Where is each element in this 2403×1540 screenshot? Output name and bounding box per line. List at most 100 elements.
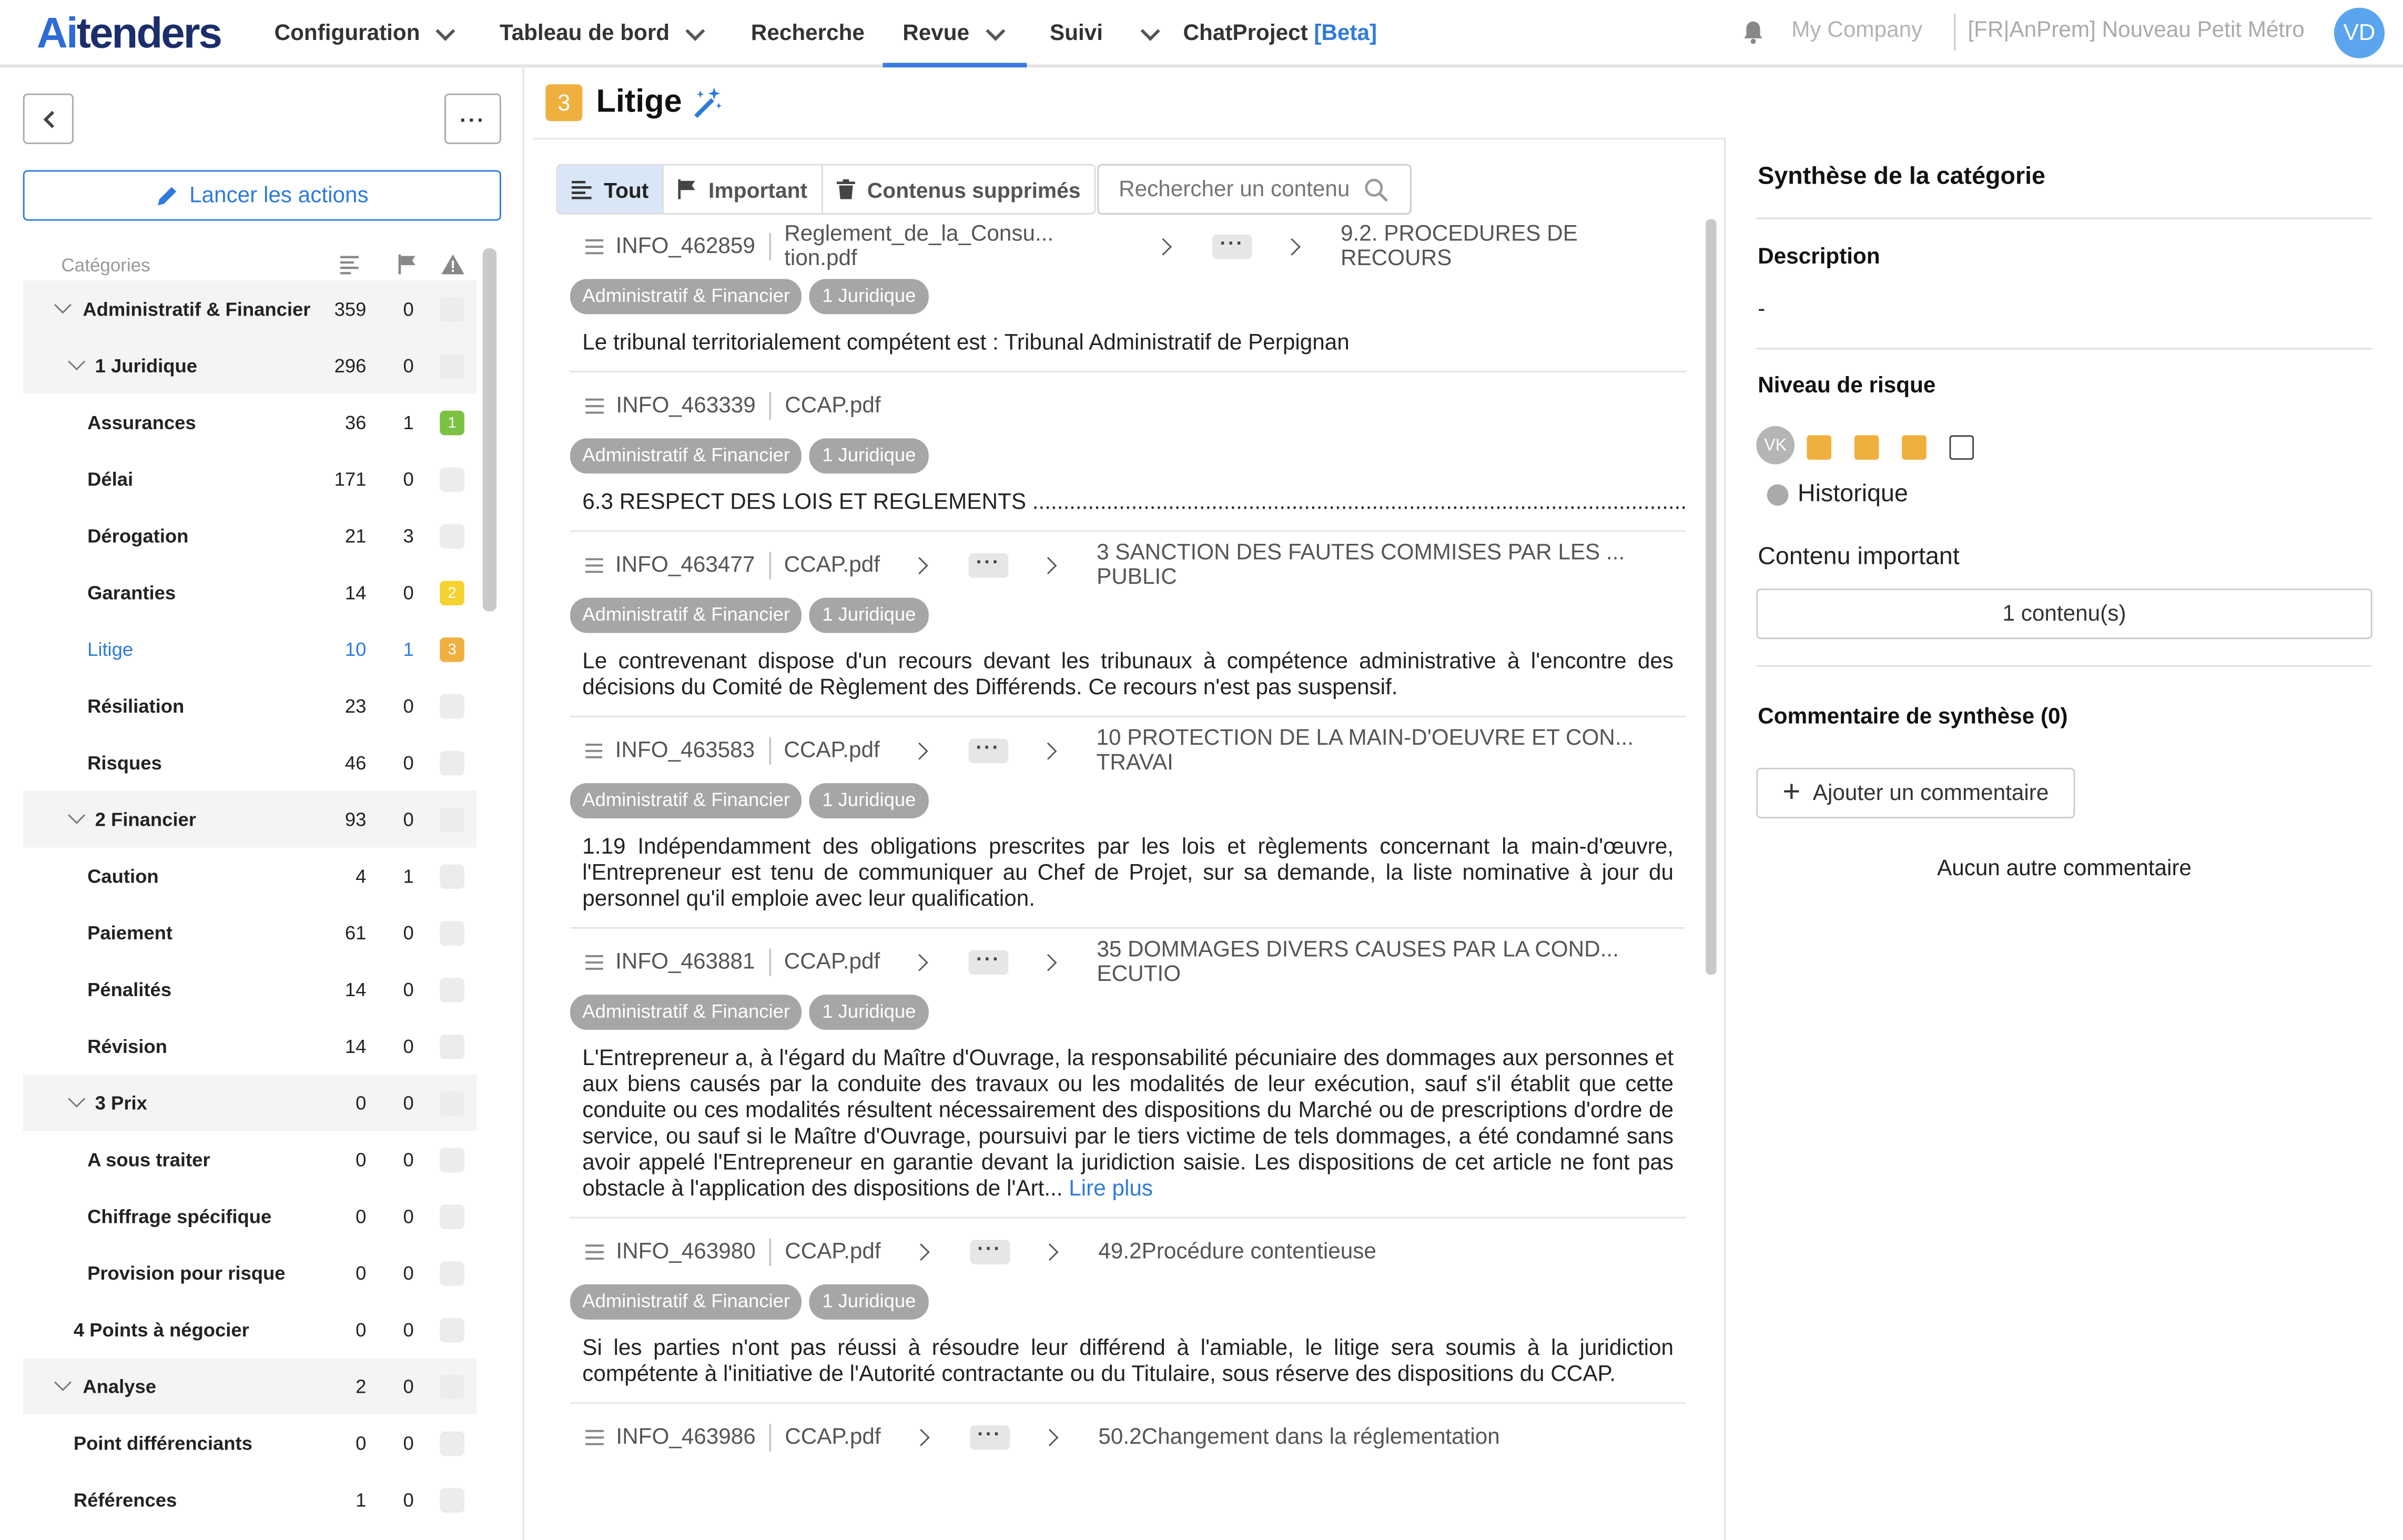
nav-configuration[interactable]: Configuration — [275, 0, 455, 67]
category-row-analyse[interactable]: Analyse 2 0 — [23, 1357, 477, 1415]
content-search[interactable] — [1097, 164, 1412, 215]
nav-revue[interactable]: Revue — [903, 0, 1005, 67]
category-row-points-a-negocier[interactable]: 4 Points à négocier 0 0 — [23, 1301, 477, 1358]
content-item[interactable]: INFO_463477 CCAP.pdf ··· 3 SANCTION DES … — [570, 541, 1686, 717]
content-item[interactable]: INFO_463339 CCAP.pdf Administratif & Fin… — [570, 388, 1686, 532]
category-row-risques[interactable]: Risques 46 0 — [23, 734, 477, 791]
nav-recherche[interactable]: Recherche — [751, 0, 865, 67]
path-ellipsis-button[interactable]: ··· — [969, 1238, 1010, 1264]
trash-icon — [836, 179, 855, 199]
important-content-button[interactable]: 1 contenu(s) — [1756, 588, 2372, 640]
category-row-chiffrage-specifique[interactable]: Chiffrage spécifique 0 0 — [23, 1188, 477, 1244]
path-ellipsis-button[interactable]: ··· — [968, 949, 1009, 975]
bell-icon[interactable] — [1742, 20, 1764, 45]
risk-level-square[interactable] — [1854, 435, 1879, 460]
category-row-revision[interactable]: Révision 14 0 — [23, 1018, 477, 1075]
category-flag-count: 0 — [403, 1206, 414, 1228]
category-row-paiement[interactable]: Paiement 61 0 — [23, 904, 477, 961]
chevron-down-icon[interactable] — [54, 1373, 72, 1391]
category-count: 46 — [344, 752, 367, 774]
content-file-link[interactable]: CCAP.pdf — [785, 1240, 880, 1264]
category-row-references[interactable]: Références 1 0 — [23, 1471, 477, 1528]
content-file-link[interactable]: CCAP.pdf — [784, 950, 880, 975]
category-row-provision-pour-risque[interactable]: Provision pour risque 0 0 — [23, 1244, 477, 1301]
category-row-delai[interactable]: Délai 171 0 — [23, 451, 477, 508]
category-count: 0 — [356, 1319, 367, 1341]
filter-deleted[interactable]: Contenus supprimés — [823, 166, 1094, 213]
divider — [1756, 665, 2372, 667]
drag-handle-icon[interactable] — [585, 239, 604, 255]
risk-level-square[interactable] — [1807, 435, 1832, 460]
filter-important[interactable]: Important — [664, 165, 823, 214]
category-row-caution[interactable]: Caution 4 1 — [23, 847, 477, 904]
drag-handle-icon[interactable] — [585, 955, 603, 970]
sort-list-icon[interactable] — [340, 255, 362, 275]
content-item[interactable]: INFO_463881 CCAP.pdf ··· 35 DOMMAGES DIV… — [570, 938, 1686, 1219]
category-row-a-sous-traiter[interactable]: A sous traiter 0 0 — [23, 1131, 477, 1188]
nav-tableau-de-bord[interactable]: Tableau de bord — [500, 0, 705, 67]
risk-level-square[interactable] — [1949, 435, 1974, 460]
category-row-financier[interactable]: 2 Financier 93 0 — [23, 791, 477, 848]
content-item[interactable]: INFO_463980 CCAP.pdf ··· 49.2Procédure c… — [570, 1234, 1686, 1404]
more-options-button[interactable]: ··· — [444, 93, 501, 144]
risk-level-badge: 3 — [545, 84, 583, 121]
path-ellipsis-button[interactable]: ··· — [1212, 233, 1252, 259]
category-row-prix[interactable]: 3 Prix 0 0 — [23, 1074, 477, 1131]
search-icon[interactable] — [1364, 178, 1388, 202]
content-id: INFO_463986 — [616, 1425, 756, 1450]
project-selector[interactable]: [FR|AnPrem] Nouveau Petit Métro — [1968, 18, 2304, 43]
app-logo[interactable]: Aitenders — [37, 9, 222, 58]
chevron-down-icon[interactable] — [54, 296, 72, 314]
history-link[interactable]: Historique — [1798, 481, 1908, 509]
sidebar-scrollbar[interactable] — [482, 248, 497, 612]
path-ellipsis-button[interactable]: ··· — [968, 552, 1008, 578]
content-file-link[interactable]: Reglement_de_la_Consu... tion.pdf — [784, 222, 1123, 271]
category-row-assurances[interactable]: Assurances 36 1 1 — [23, 394, 477, 451]
risk-level-square[interactable] — [1902, 435, 1927, 460]
content-item-meta: INFO_463881 CCAP.pdf ··· 35 DOMMAGES DIV… — [570, 938, 1686, 987]
content-file-link[interactable]: CCAP.pdf — [784, 553, 880, 578]
drag-handle-icon[interactable] — [585, 1430, 604, 1445]
category-row-penalites[interactable]: Pénalités 14 0 — [23, 961, 477, 1018]
category-row-point-differenciants[interactable]: Point différenciants 0 0 — [23, 1415, 477, 1472]
drag-handle-icon[interactable] — [585, 398, 604, 414]
content-search-input[interactable] — [1119, 177, 1364, 202]
nav-chatproject[interactable]: ChatProject [Beta] — [1183, 0, 1377, 67]
filter-all[interactable]: Tout — [557, 165, 664, 214]
category-row-derogation[interactable]: Dérogation 21 3 — [23, 508, 477, 564]
drag-handle-icon[interactable] — [585, 558, 603, 573]
launch-actions-button[interactable]: Lancer les actions — [23, 170, 501, 221]
add-comment-button[interactable]: + Ajouter un commentaire — [1756, 767, 2075, 819]
content-file-link[interactable]: CCAP.pdf — [785, 394, 880, 419]
nav-suivi[interactable]: Suivi — [1050, 0, 1160, 67]
category-row-litige[interactable]: Litige 10 1 3 — [23, 621, 477, 677]
chevron-down-icon[interactable] — [68, 1090, 86, 1108]
read-more-link[interactable]: Lire plus — [1069, 1177, 1153, 1202]
user-avatar[interactable]: VD — [2334, 7, 2385, 58]
category-row-garanties[interactable]: Garanties 14 0 2 — [23, 564, 477, 621]
category-row-juridique[interactable]: 1 Juridique 296 0 — [23, 337, 477, 394]
content-item[interactable]: INFO_462859 Reglement_de_la_Consu... tio… — [570, 222, 1686, 373]
category-row-administratif-financier[interactable]: Administratif & Financier 359 0 — [23, 280, 477, 338]
content-scrollbar[interactable] — [1706, 219, 1717, 975]
path-ellipsis-button[interactable]: ··· — [968, 737, 1008, 764]
back-button[interactable] — [23, 93, 74, 144]
category-row-resiliation[interactable]: Résiliation 23 0 — [23, 677, 477, 734]
list-icon — [571, 180, 592, 199]
drag-handle-icon[interactable] — [585, 743, 603, 758]
warning-icon[interactable] — [441, 254, 464, 275]
company-selector[interactable]: My Company — [1791, 18, 1922, 43]
magic-wand-icon[interactable] — [690, 86, 723, 119]
chevron-down-icon[interactable] — [68, 353, 86, 371]
content-item[interactable]: INFO_463986 CCAP.pdf ··· 50.2Changement … — [570, 1419, 1686, 1470]
chevron-down-icon[interactable] — [68, 806, 86, 824]
content-file-link[interactable]: CCAP.pdf — [784, 738, 879, 763]
content-file-link[interactable]: CCAP.pdf — [785, 1425, 880, 1450]
category-label: Références — [73, 1490, 177, 1512]
flag-icon[interactable] — [397, 254, 417, 275]
content-id: INFO_463477 — [615, 553, 755, 578]
drag-handle-icon[interactable] — [585, 1244, 604, 1260]
category-risk-badge: 2 — [440, 581, 464, 605]
path-ellipsis-button[interactable]: ··· — [969, 1424, 1010, 1450]
content-item[interactable]: INFO_463583 CCAP.pdf ··· 10 PROTECTION D… — [570, 726, 1686, 929]
